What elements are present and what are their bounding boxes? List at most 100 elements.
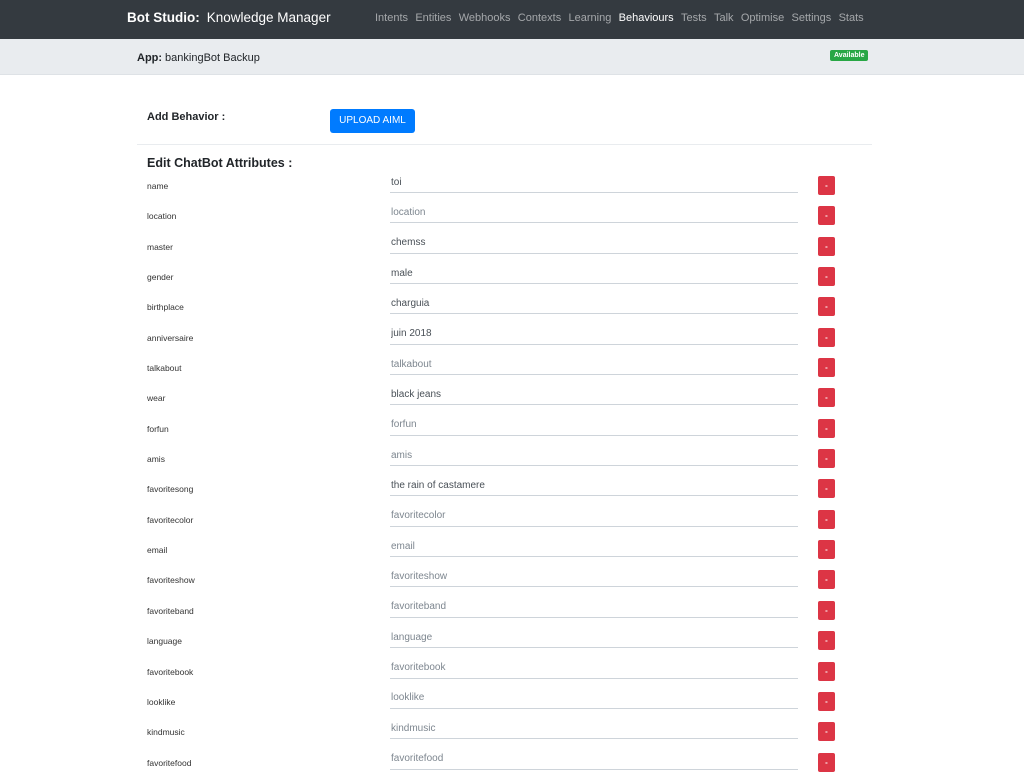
app-name: bankingBot Backup	[165, 52, 260, 64]
section-title: Edit ChatBot Attributes :	[147, 156, 293, 170]
attribute-value-input[interactable]	[390, 507, 798, 527]
attribute-name: language	[147, 636, 182, 647]
delete-attribute-button[interactable]: -	[818, 752, 835, 772]
attribute-value-input[interactable]	[390, 325, 798, 345]
attribute-row: name -	[0, 174, 1024, 204]
delete-attribute-button[interactable]: -	[818, 388, 835, 408]
attribute-value-input[interactable]	[390, 689, 798, 709]
attribute-name: favoritesong	[147, 484, 194, 495]
attribute-row: forfun -	[0, 416, 1024, 447]
attribute-row: location -	[0, 204, 1024, 234]
delete-attribute-button[interactable]: -	[818, 570, 835, 590]
attribute-name: email	[147, 545, 168, 556]
attribute-value-input[interactable]	[390, 720, 798, 740]
attribute-name: forfun	[147, 423, 169, 434]
app-bar: App: bankingBot Backup	[0, 39, 1024, 75]
attribute-name: location	[147, 211, 177, 222]
attribute-value-input[interactable]	[390, 356, 798, 376]
add-behavior-label: Add Behavior :	[147, 111, 226, 123]
attribute-value-input[interactable]	[390, 204, 798, 224]
nav-link-learning[interactable]: Learning	[569, 12, 612, 24]
delete-attribute-button[interactable]: -	[818, 206, 835, 226]
attribute-value-input[interactable]	[390, 538, 798, 558]
attribute-value-input[interactable]	[390, 386, 798, 406]
delete-attribute-button[interactable]: -	[818, 418, 835, 438]
attribute-value-input[interactable]	[390, 477, 798, 497]
attribute-name: wear	[147, 393, 166, 404]
delete-attribute-button[interactable]: -	[818, 691, 835, 711]
delete-attribute-button[interactable]: -	[818, 358, 835, 378]
attribute-name: favoritecolor	[147, 514, 194, 525]
delete-attribute-button[interactable]: -	[818, 327, 835, 347]
attribute-value-input[interactable]	[390, 750, 798, 770]
attribute-row: favoriteband -	[0, 598, 1024, 629]
app-label-key: App:	[137, 52, 163, 64]
delete-attribute-button[interactable]: -	[818, 236, 835, 256]
attribute-name: favoriteshow	[147, 575, 195, 586]
attribute-row: looklike -	[0, 689, 1024, 720]
nav-link-optimise[interactable]: Optimise	[741, 12, 784, 24]
app-label: App: bankingBot Backup	[137, 52, 260, 64]
delete-attribute-button[interactable]: -	[818, 600, 835, 620]
attribute-name: master	[147, 241, 173, 252]
delete-attribute-button[interactable]: -	[818, 267, 835, 287]
attribute-value-input[interactable]	[390, 265, 798, 285]
attribute-row: talkabout -	[0, 356, 1024, 386]
upload-aiml-button[interactable]: UPLOAD AIML	[330, 109, 415, 133]
attribute-name: anniversaire	[147, 332, 194, 343]
attribute-name: looklike	[147, 696, 176, 707]
nav-link-talk[interactable]: Talk	[714, 12, 734, 24]
attribute-row: anniversaire -	[0, 325, 1024, 356]
nav-link-stats[interactable]: Stats	[839, 12, 864, 24]
attribute-name: amis	[147, 454, 165, 465]
nav-link-contexts[interactable]: Contexts	[518, 12, 561, 24]
attribute-name: birthplace	[147, 302, 184, 313]
nav-link-tests[interactable]: Tests	[681, 12, 707, 24]
attribute-value-input[interactable]	[390, 659, 798, 679]
attribute-row: kindmusic -	[0, 720, 1024, 750]
nav-link-entities[interactable]: Entities	[415, 12, 451, 24]
attribute-value-input[interactable]	[390, 598, 798, 618]
delete-attribute-button[interactable]: -	[818, 509, 835, 529]
attribute-value-input[interactable]	[390, 234, 798, 254]
attribute-row: amis -	[0, 447, 1024, 477]
attribute-value-input[interactable]	[390, 568, 798, 588]
attribute-row: birthplace -	[0, 295, 1024, 325]
attribute-name: name	[147, 181, 169, 191]
attribute-value-input[interactable]	[390, 416, 798, 436]
attribute-name: kindmusic	[147, 727, 185, 738]
delete-attribute-button[interactable]: -	[818, 540, 835, 560]
attribute-name: favoritebook	[147, 666, 194, 677]
delete-attribute-button[interactable]: -	[818, 176, 835, 195]
delete-attribute-button[interactable]: -	[818, 479, 835, 499]
attribute-name: favoriteband	[147, 605, 194, 616]
delete-attribute-button[interactable]: -	[818, 449, 835, 469]
attribute-row: favoritecolor -	[0, 507, 1024, 538]
brand[interactable]: Bot Studio: Knowledge Manager	[127, 10, 331, 25]
attribute-row: master -	[0, 234, 1024, 265]
attribute-value-input[interactable]	[390, 174, 798, 193]
delete-attribute-button[interactable]: -	[818, 722, 835, 742]
attribute-row: favoritebook -	[0, 659, 1024, 690]
attribute-row: language -	[0, 629, 1024, 659]
attribute-name: talkabout	[147, 363, 182, 374]
delete-attribute-button[interactable]: -	[818, 297, 835, 317]
nav-link-settings[interactable]: Settings	[792, 12, 832, 24]
attribute-row: favoritesong -	[0, 477, 1024, 507]
delete-attribute-button[interactable]: -	[818, 661, 835, 681]
attribute-row: email -	[0, 538, 1024, 568]
attribute-value-input[interactable]	[390, 447, 798, 467]
top-navbar: Bot Studio: Knowledge Manager Intents Enti…	[0, 0, 1024, 39]
delete-attribute-button[interactable]: -	[818, 631, 835, 651]
nav-link-webhooks[interactable]: Webhooks	[459, 12, 511, 24]
attribute-list: name-location-master-gender-birthplace-a…	[0, 174, 1024, 777]
attribute-value-input[interactable]	[390, 295, 798, 315]
attribute-row: wear -	[0, 386, 1024, 416]
attribute-value-input[interactable]	[390, 629, 798, 649]
nav-link-intents[interactable]: Intents	[375, 12, 408, 24]
attribute-row: favoriteshow -	[0, 568, 1024, 598]
attribute-row: favoritefood -	[0, 750, 1024, 777]
nav-link-behaviours[interactable]: Behaviours	[619, 12, 674, 24]
brand-title: Bot Studio:	[127, 10, 200, 25]
attribute-row: gender -	[0, 265, 1024, 295]
